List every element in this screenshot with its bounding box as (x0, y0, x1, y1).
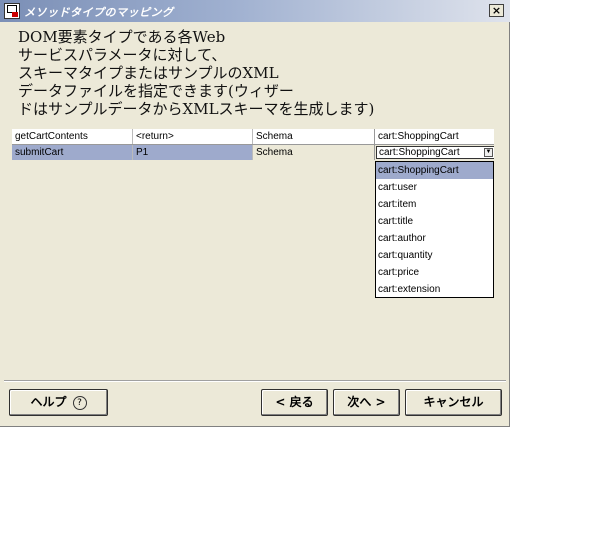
dropdown-option[interactable]: cart:extension (376, 281, 493, 298)
question-icon: ? (72, 396, 87, 410)
cancel-button[interactable]: キャンセル (405, 389, 502, 416)
help-label: ヘルプ (30, 395, 67, 409)
description-text: DOM要素タイプである各Web サービスパラメータに対して、 スキーマタイプまた… (18, 28, 488, 118)
kind-cell[interactable]: Schema (252, 145, 374, 160)
type-cell[interactable]: cart:ShoppingCart ▼ (374, 145, 494, 160)
close-button[interactable]: × (489, 4, 504, 17)
description-line: ドはサンプルデータからXMLスキーマを生成します) (18, 100, 375, 118)
dropdown-option[interactable]: cart:quantity (376, 247, 493, 264)
kind-cell[interactable]: Schema (252, 129, 374, 144)
app-icon (4, 3, 20, 19)
dropdown-option[interactable]: cart:price (376, 264, 493, 281)
table-row-selected[interactable]: submitCart P1 Schema cart:ShoppingCart ▼ (12, 145, 494, 160)
back-button[interactable]: < 戻る (261, 389, 328, 416)
type-combobox[interactable]: cart:ShoppingCart ▼ (376, 146, 494, 159)
mapping-dialog: メソッドタイプのマッピング × DOM要素タイプである各Web サービスパラメー… (0, 0, 510, 427)
chevron-down-icon[interactable]: ▼ (484, 148, 493, 157)
dropdown-option[interactable]: cart:author (376, 230, 493, 247)
dropdown-option[interactable]: cart:title (376, 213, 493, 230)
combobox-value: cart:ShoppingCart (379, 147, 460, 158)
dropdown-option[interactable]: cart:item (376, 196, 493, 213)
parameter-cell: <return> (132, 129, 252, 144)
help-button[interactable]: ヘルプ? (9, 389, 108, 416)
title-bar[interactable]: メソッドタイプのマッピング × (0, 0, 510, 22)
footer-divider (4, 380, 506, 382)
next-button[interactable]: 次へ > (333, 389, 400, 416)
window-title: メソッドタイプのマッピング (24, 6, 174, 19)
method-cell: submitCart (15, 147, 64, 158)
description-line: DOM要素タイプである各Web (18, 28, 226, 46)
description-line: スキーマタイプまたはサンプルのXML (18, 64, 279, 82)
type-dropdown-list[interactable]: cart:ShoppingCart cart:user cart:item ca… (375, 161, 494, 298)
description-line: データファイルを指定できます(ウィザー (18, 82, 294, 100)
table-row[interactable]: getCartContents <return> Schema cart:Sho… (12, 129, 494, 145)
dropdown-option[interactable]: cart:ShoppingCart (376, 162, 493, 179)
type-cell[interactable]: cart:ShoppingCart (374, 129, 494, 144)
dropdown-option[interactable]: cart:user (376, 179, 493, 196)
description-line: サービスパラメータに対して、 (18, 46, 227, 64)
method-cell: getCartContents (15, 131, 88, 142)
parameter-cell: P1 (132, 145, 252, 160)
